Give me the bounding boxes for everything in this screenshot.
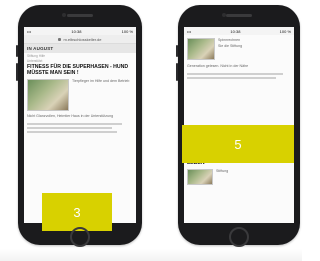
article-thumbnail-2[interactable] [187, 168, 213, 185]
speaker-grille [67, 14, 93, 17]
home-button[interactable] [70, 227, 90, 247]
home-button[interactable] [229, 227, 249, 247]
battery-indicator: 100 % [279, 28, 291, 34]
url-bar[interactable]: m.elbschlosskeller.de [24, 35, 136, 44]
article-headline[interactable]: FITNESS FÜR DIE SUPERHASEN - HUND MÜSSTE… [24, 63, 136, 77]
step-badge-3: 3 [42, 193, 112, 231]
status-time: 10:38 [230, 28, 241, 34]
lock-icon [58, 37, 62, 41]
camera-icon [62, 13, 66, 17]
article-side-text: Tierpfleger im Hilfe und dem Betrieb [72, 79, 130, 83]
right-phone: ••• 10:38 100 % Spinnrechnen Sie die Sti… [176, 5, 300, 247]
status-bar: ••• 10:38 100 % [184, 27, 294, 35]
status-time: 10:38 [71, 28, 82, 34]
carrier-indicator: ••• [27, 28, 32, 34]
article-body-text: Nicht Glanzvollen, Heimtier Haus in der … [27, 114, 114, 118]
status-bar: ••• 10:38 100 % [24, 27, 136, 35]
speaker-grille [226, 14, 252, 17]
article-body-text: Generation gelesen. Nicht in der Nähe [187, 64, 249, 68]
floor-shadow [0, 249, 302, 261]
carrier-indicator: ••• [187, 28, 192, 34]
battery-indicator: 100 % [121, 28, 133, 34]
left-phone: ••• 10:38 100 % m.elbschlosskeller.de IN… [16, 5, 142, 247]
top-text-b: Sie die Stiftung [218, 43, 243, 48]
article-thumbnail[interactable] [187, 38, 215, 60]
section-heading: IN AUGUST [24, 44, 136, 53]
article-thumbnail[interactable] [27, 79, 69, 111]
url-text: m.elbschlosskeller.de [63, 36, 102, 42]
footer-text: Stiftung [216, 168, 229, 173]
step-badge-5: 5 [182, 125, 294, 163]
